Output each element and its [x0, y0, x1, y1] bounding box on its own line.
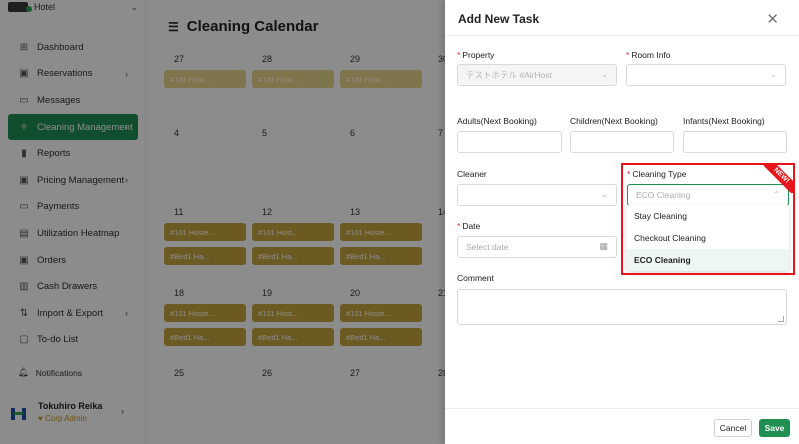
chevron-down-icon: ⌄ — [601, 70, 608, 79]
infants-label: Infants(Next Booking) — [683, 116, 765, 126]
comment-label: Comment — [457, 273, 494, 283]
calendar-icon: ▦ — [599, 241, 608, 251]
date-label: * Date — [457, 221, 481, 231]
children-input[interactable] — [570, 131, 674, 153]
property-select[interactable]: テストホテル #AirHost ⌄ — [457, 64, 617, 86]
cleaner-select[interactable]: ⌄ — [457, 184, 617, 206]
drawer-title: Add New Task — [458, 12, 540, 26]
close-icon[interactable]: ✕ — [766, 10, 779, 28]
chevron-down-icon: ⌄ — [601, 190, 608, 199]
children-label: Children(Next Booking) — [570, 116, 658, 126]
chevron-down-icon: ⌄ — [770, 70, 777, 79]
new-badge: NEW! — [764, 165, 793, 193]
infants-input[interactable] — [683, 131, 787, 153]
adults-label: Adults(Next Booking) — [457, 116, 537, 126]
room-info-label: * Room Info — [626, 50, 671, 60]
comment-textarea[interactable] — [457, 289, 787, 325]
drawer-header: Add New Task ✕ — [445, 0, 799, 36]
room-info-select[interactable]: ⌄ — [626, 64, 786, 86]
cleaner-label: Cleaner — [457, 169, 487, 179]
adults-input[interactable] — [457, 131, 562, 153]
save-button[interactable]: Save — [759, 419, 790, 437]
cancel-button[interactable]: Cancel — [714, 419, 752, 437]
property-label: * Property — [457, 50, 495, 60]
modal-overlay[interactable] — [0, 0, 445, 444]
drawer-footer: Cancel Save — [445, 408, 799, 444]
date-picker[interactable]: Select date ▦ — [457, 236, 617, 258]
